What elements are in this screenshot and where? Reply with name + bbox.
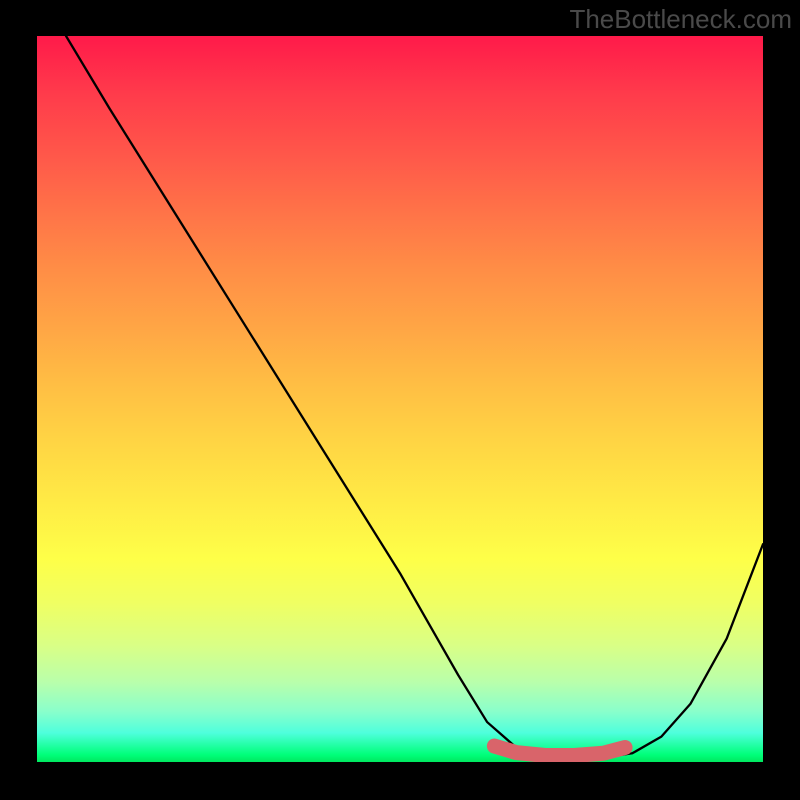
curve-svg (37, 36, 763, 762)
bottleneck-curve-line (66, 36, 763, 758)
sweet-spot-marker-line (494, 746, 625, 755)
chart-container: TheBottleneck.com (0, 0, 800, 800)
plot-area (37, 36, 763, 762)
watermark-text: TheBottleneck.com (569, 4, 792, 35)
